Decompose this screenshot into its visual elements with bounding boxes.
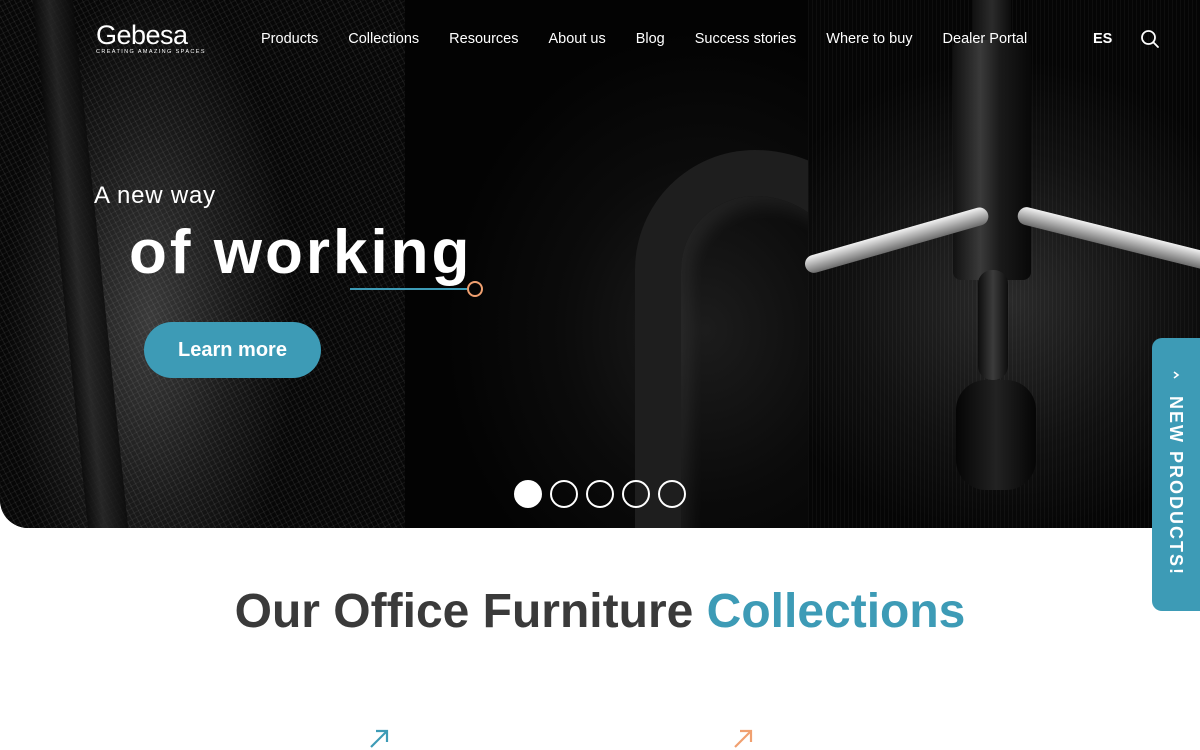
- brand-logo[interactable]: Gebesa CREATING AMAZING SPACES: [96, 20, 206, 56]
- nav-item-success-stories[interactable]: Success stories: [680, 29, 812, 49]
- learn-more-button[interactable]: Learn more: [144, 322, 321, 378]
- nav-item-where-to-buy[interactable]: Where to buy: [811, 29, 927, 49]
- logo-wordmark: Gebesa: [96, 20, 188, 50]
- slider-dot-2[interactable]: [550, 480, 578, 508]
- nav-item-about-us[interactable]: About us: [533, 29, 620, 49]
- title-underline-decoration: [350, 281, 483, 297]
- nav-item-collections[interactable]: Collections: [333, 29, 434, 49]
- nav-item-dealer-portal[interactable]: Dealer Portal: [928, 29, 1043, 49]
- nav-item-products[interactable]: Products: [246, 29, 333, 49]
- slider-dot-1[interactable]: [514, 480, 542, 508]
- nav-links: Products Collections Resources About us …: [246, 29, 1042, 49]
- slider-pagination: [514, 480, 686, 508]
- slider-dot-3[interactable]: [586, 480, 614, 508]
- logo-tagline: CREATING AMAZING SPACES: [96, 49, 206, 55]
- main-navigation: Gebesa CREATING AMAZING SPACES Products …: [0, 0, 1200, 80]
- search-icon: [1141, 30, 1159, 48]
- language-switch[interactable]: ES: [1093, 29, 1112, 49]
- chevron-up-icon: [1173, 371, 1180, 379]
- new-products-label: NEW PRODUCTS!: [1166, 396, 1186, 576]
- chair-base-arm-right: [1015, 205, 1200, 272]
- caster-neck: [978, 270, 1008, 380]
- new-products-tab[interactable]: NEW PRODUCTS!: [1152, 338, 1200, 611]
- nav-item-blog[interactable]: Blog: [621, 29, 680, 49]
- collections-heading-accent: Collections: [706, 585, 966, 638]
- hero-banner: Gebesa CREATING AMAZING SPACES Products …: [0, 0, 1200, 528]
- collections-heading-plain: Our Office Furniture: [234, 585, 694, 638]
- arrow-up-right-icon[interactable]: [368, 728, 390, 750]
- slider-dot-5[interactable]: [658, 480, 686, 508]
- hero-kicker: A new way: [94, 182, 216, 209]
- arrow-up-right-icon[interactable]: [732, 728, 754, 750]
- search-button[interactable]: [1140, 29, 1160, 49]
- collections-heading: Our Office Furniture Collections: [0, 584, 1200, 640]
- hero-title: of working: [129, 218, 473, 287]
- slider-dot-4[interactable]: [622, 480, 650, 508]
- nav-item-resources[interactable]: Resources: [434, 29, 533, 49]
- caster-wheel: [956, 380, 1036, 490]
